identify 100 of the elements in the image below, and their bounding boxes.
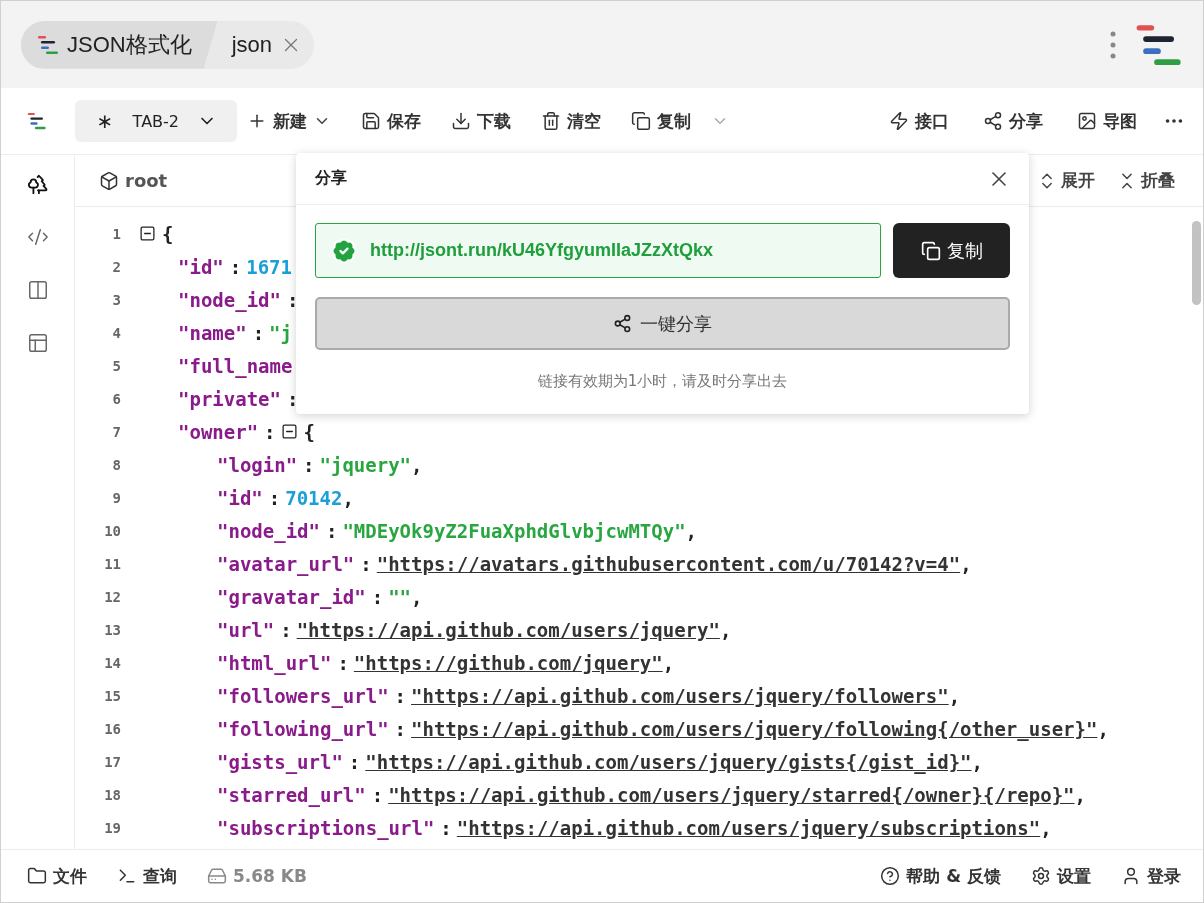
json-key: "followers_url" — [217, 684, 389, 707]
toolbar-button[interactable]: 清空 — [532, 101, 609, 141]
colon: : — [286, 288, 299, 311]
url-link[interactable]: "https://api.github.com/users/jquery/subscriptions" — [456, 816, 1041, 839]
tab-label: json — [231, 31, 273, 58]
share-button[interactable]: 一键分享 — [315, 297, 1010, 350]
comma: , — [411, 585, 423, 608]
url-link[interactable]: "https://api.github.com/users/jquery/followers" — [411, 684, 949, 707]
url-link[interactable]: "https://api.github.com/users/jquery/following{/other_user}" — [411, 717, 1098, 740]
json-key: "id" — [178, 255, 224, 278]
line-number: 8 — [111, 456, 121, 473]
sidebar-button[interactable] — [26, 173, 49, 195]
scrollbar-thumb[interactable] — [1192, 221, 1201, 305]
status-item[interactable]: 5.68 KB — [207, 866, 307, 886]
logo-icon — [35, 34, 59, 55]
colon: : — [268, 486, 281, 509]
toolbar-button[interactable]: 新建 — [238, 101, 339, 141]
status-item[interactable]: 设置 — [1031, 864, 1091, 888]
json-key: "url" — [217, 618, 275, 641]
url-link[interactable]: "https://avatars.githubusercontent.com/u/70142?v=4" — [376, 552, 961, 575]
copy-icon — [630, 111, 651, 131]
string-value: "" — [388, 585, 412, 608]
colon: : — [371, 585, 384, 608]
status-item[interactable]: 查询 — [117, 864, 177, 888]
comma: , — [342, 486, 354, 509]
url-link[interactable]: "https://github.com/jquery" — [353, 651, 663, 674]
toolbar-button[interactable]: 下载 — [442, 101, 519, 141]
toolbar-button[interactable]: 接口 — [881, 101, 957, 141]
lightning-icon — [889, 111, 909, 131]
toolbar-button[interactable]: 保存 — [352, 101, 429, 141]
document-tab[interactable]: ∗ TAB-2 — [74, 100, 237, 142]
collapse-toggle-icon[interactable] — [280, 423, 298, 440]
colon: : — [371, 783, 384, 806]
colon: : — [440, 816, 452, 839]
colon: : — [264, 420, 276, 443]
json-key: "following_url" — [217, 717, 389, 740]
line-number: 16 — [103, 720, 121, 737]
collapse-toggle-icon[interactable] — [139, 225, 156, 242]
colon: : — [229, 255, 242, 278]
colon: : — [286, 387, 299, 410]
help-icon — [880, 866, 901, 886]
copy-button[interactable]: 复制 — [893, 223, 1010, 278]
tree-action-button[interactable]: 折叠 — [1111, 169, 1181, 192]
json-key: "gravatar_id" — [217, 585, 366, 608]
code-icon — [26, 226, 49, 248]
status-item[interactable]: 登录 — [1121, 864, 1181, 888]
json-key: "node_id" — [178, 288, 281, 311]
colon: : — [394, 684, 407, 707]
toolbar-button[interactable]: 复制 — [622, 101, 699, 141]
json-key: "html_url" — [217, 651, 332, 674]
number-value: 1671 — [246, 255, 292, 278]
colon: : — [252, 321, 265, 344]
window-tab[interactable]: JSON格式化 — [21, 20, 218, 69]
toolbar-button[interactable]: 分享 — [975, 101, 1051, 141]
json-key: "gists_url" — [217, 750, 343, 773]
colon: : — [337, 651, 349, 674]
line-number: 15 — [103, 687, 121, 704]
status-item[interactable]: 文件 — [27, 864, 87, 888]
drive-icon — [207, 866, 227, 886]
line-number: 3 — [111, 291, 121, 308]
verified-badge-icon — [330, 236, 358, 265]
vertical-dots-icon[interactable] — [1110, 29, 1117, 60]
comma: , — [662, 651, 675, 674]
share-icon — [613, 314, 632, 333]
line-number: 14 — [103, 654, 121, 671]
json-key: "avatar_url" — [217, 552, 355, 575]
settings-icon — [1031, 866, 1051, 886]
dialog-title: 分享 — [315, 168, 347, 189]
line-number: 10 — [103, 522, 121, 539]
user-icon — [1121, 866, 1141, 886]
tree-action-button[interactable]: 展开 — [1031, 169, 1101, 192]
json-key: "full_name — [178, 354, 293, 377]
line-number: 7 — [111, 423, 121, 440]
logo-icon — [25, 112, 47, 130]
breadcrumb-root[interactable]: root — [125, 170, 168, 191]
json-key: "private" — [178, 387, 281, 410]
comma: , — [948, 684, 961, 707]
string-value: "j — [269, 321, 292, 344]
trees-icon — [26, 173, 49, 195]
comma: , — [411, 453, 423, 476]
line-number: 6 — [111, 390, 121, 407]
table-icon — [26, 332, 49, 354]
colon: : — [348, 750, 361, 773]
expiry-note: 链接有效期为1小时，请及时分享出去 — [536, 372, 789, 391]
toolbar-button[interactable]: 导图 — [1069, 101, 1145, 141]
json-key: "starred_url" — [217, 783, 366, 806]
comma: , — [685, 519, 698, 542]
comma: , — [719, 618, 732, 641]
share-link: http://jsont.run/kU46YfgyumIIaJZzXtQkx — [370, 240, 714, 261]
trash-icon — [540, 111, 561, 131]
line-number: 12 — [103, 588, 121, 605]
line-number: 1 — [111, 225, 121, 242]
url-link[interactable]: "https://api.github.com/users/jquery/starred{/owner}{/repo}" — [388, 783, 1075, 806]
comma: , — [1074, 783, 1086, 806]
comma: , — [1097, 717, 1109, 740]
line-number: 4 — [111, 324, 121, 341]
url-link[interactable]: "https://api.github.com/users/jquery/gists{/gist_id}" — [365, 750, 972, 773]
url-link[interactable]: "https://api.github.com/users/jquery" — [296, 618, 720, 641]
status-item[interactable]: 帮助 & 反馈 — [880, 864, 1001, 888]
line-number: 18 — [103, 786, 121, 803]
